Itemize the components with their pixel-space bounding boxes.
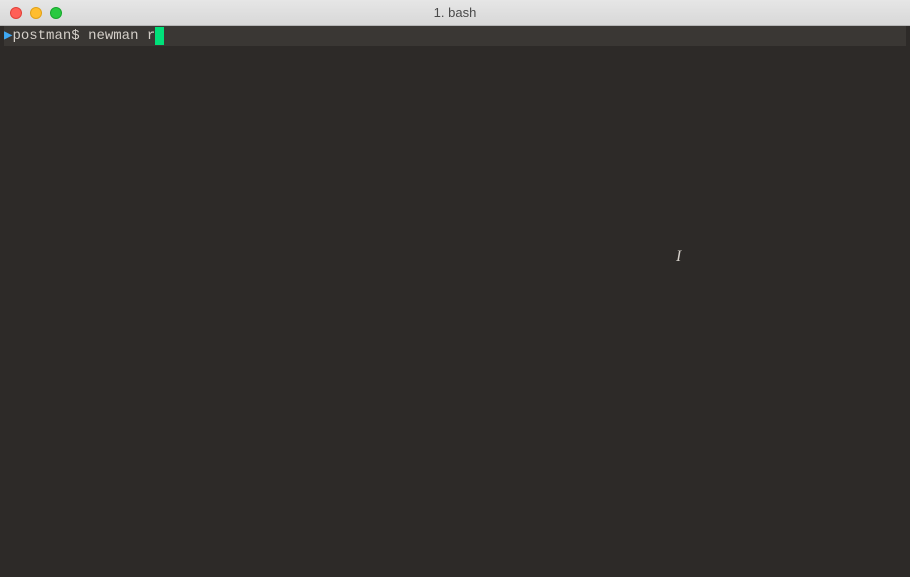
block-cursor-icon [155,27,164,45]
terminal-window: 1. bash ▶postman$ newman r I [0,0,910,577]
minimize-icon[interactable] [30,7,42,19]
prompt-line: ▶postman$ newman r [4,26,906,46]
terminal-area[interactable]: ▶postman$ newman r I [4,26,906,573]
command-input[interactable]: newman r [88,26,155,46]
traffic-lights [0,0,62,25]
window-title: 1. bash [0,5,910,20]
maximize-icon[interactable] [50,7,62,19]
close-icon[interactable] [10,7,22,19]
text-cursor-icon: I [676,248,681,266]
titlebar[interactable]: 1. bash [0,0,910,26]
prompt-caret-icon: ▶ [4,26,12,46]
prompt-text: postman$ [12,26,79,46]
